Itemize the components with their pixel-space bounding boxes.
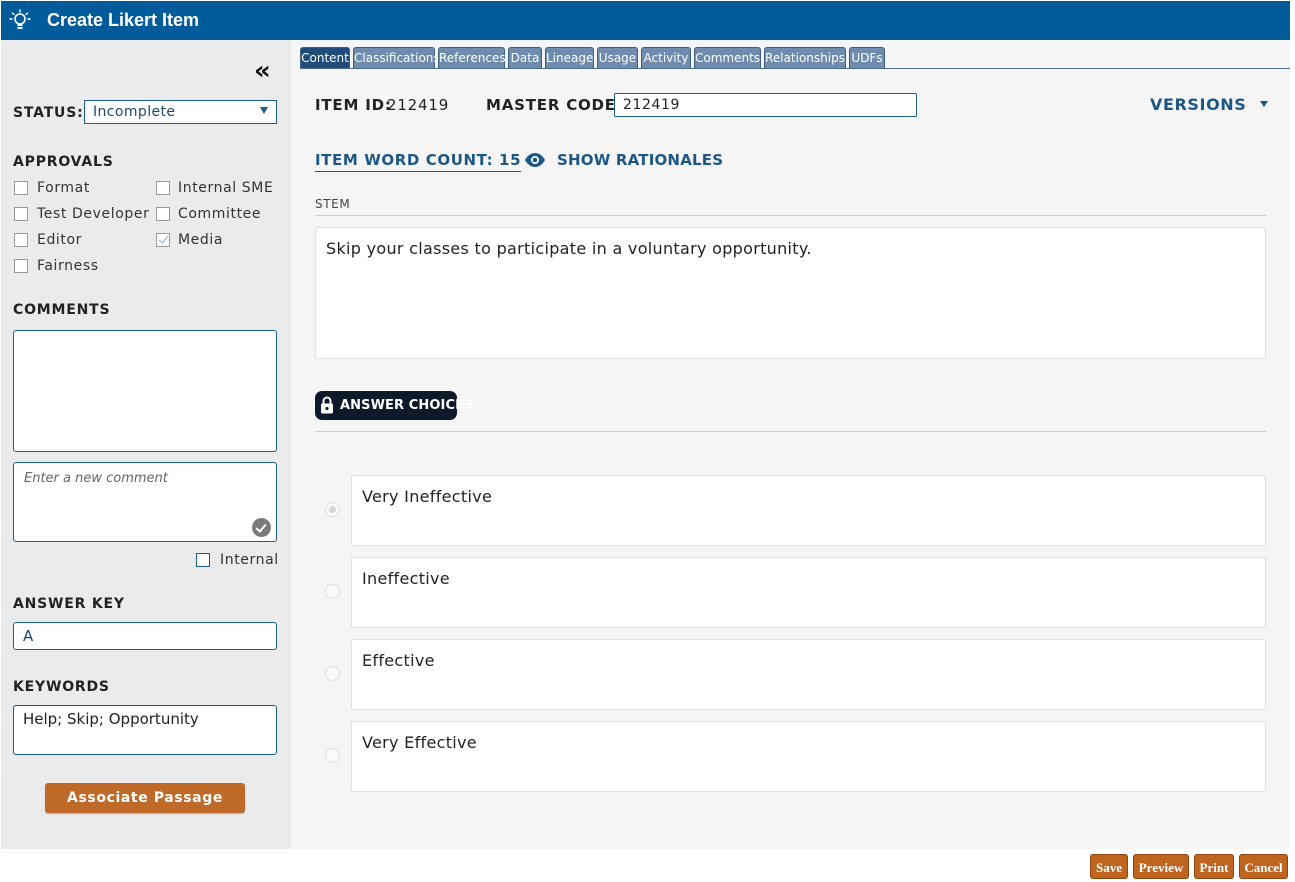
associate-passage-button[interactable]: Associate Passage [45, 783, 245, 813]
test-developer-checkbox[interactable] [14, 207, 28, 221]
submit-comment-icon[interactable] [252, 518, 271, 537]
format-label: Format [37, 180, 90, 196]
tab-usage[interactable]: Usage [597, 47, 638, 68]
choice-text-2: Ineffective [362, 569, 450, 588]
status-label: STATUS: [13, 105, 84, 121]
internal-sme-label: Internal SME [178, 180, 274, 196]
status-select[interactable]: Incomplete [84, 100, 277, 124]
internal-sme-checkbox[interactable] [156, 181, 170, 195]
versions-dropdown[interactable]: VERSIONS [1150, 95, 1269, 114]
approval-internal-sme[interactable]: Internal SME [155, 180, 289, 198]
chevron-down-icon [260, 107, 268, 114]
media-label: Media [178, 232, 224, 248]
tab-comments[interactable]: Comments [694, 47, 761, 68]
title-bar: Create Likert Item [1, 1, 1290, 40]
cancel-button[interactable]: Cancel [1239, 854, 1288, 879]
stem-divider [315, 215, 1266, 216]
test-developer-label: Test Developer [37, 206, 150, 222]
master-code-value: 212419 [623, 97, 681, 113]
choice-editor-1[interactable]: Very Ineffective [351, 475, 1266, 546]
main-content: Content Classifications References Data … [291, 40, 1290, 849]
choice-editor-3[interactable]: Effective [351, 639, 1266, 710]
item-id-label: ITEM ID: [315, 96, 392, 114]
new-comment-input[interactable]: Enter a new comment [13, 462, 277, 542]
answer-key-value: A [23, 627, 34, 645]
versions-label: VERSIONS [1150, 95, 1247, 114]
fairness-label: Fairness [37, 258, 99, 274]
tab-udfs[interactable]: UDFs [849, 47, 885, 68]
lightbulb-icon [9, 9, 31, 29]
choice-editor-4[interactable]: Very Effective [351, 721, 1266, 792]
internal-checkbox[interactable] [196, 553, 210, 567]
keywords-value: Help; Skip; Opportunity [23, 710, 199, 728]
lock-icon [321, 396, 333, 414]
master-code-label: MASTER CODE: [486, 96, 623, 114]
answer-choices-label: ANSWER CHOICES [340, 398, 474, 413]
eye-icon [525, 153, 545, 167]
fairness-checkbox[interactable] [14, 259, 28, 273]
committee-label: Committee [178, 206, 262, 222]
keywords-label: KEYWORDS [13, 679, 110, 695]
internal-label: Internal [220, 552, 279, 568]
choice-text-3: Effective [362, 651, 435, 670]
choice-radio-2[interactable] [325, 584, 340, 599]
approval-committee[interactable]: Committee [155, 206, 289, 224]
approval-fairness[interactable]: Fairness [13, 258, 149, 276]
comments-label: COMMENTS [13, 302, 111, 318]
sidebar: « STATUS: Incomplete APPROVALS Format In… [1, 40, 291, 849]
item-word-count[interactable]: ITEM WORD COUNT: 15 [315, 151, 522, 172]
approval-test-developer[interactable]: Test Developer [13, 206, 149, 224]
media-checkbox[interactable] [156, 233, 170, 247]
print-button[interactable]: Print [1194, 854, 1234, 879]
preview-button[interactable]: Preview [1133, 854, 1189, 879]
answer-choices-divider [315, 431, 1266, 432]
collapse-sidebar-icon[interactable]: « [254, 58, 271, 84]
window-title: Create Likert Item [47, 10, 200, 30]
committee-checkbox[interactable] [156, 207, 170, 221]
tab-content[interactable]: Content [300, 47, 350, 68]
answer-key-field[interactable]: A [13, 622, 277, 650]
answer-choices-lock-toggle[interactable]: ANSWER CHOICES [315, 391, 473, 420]
chevron-down-icon [1260, 101, 1269, 107]
approvals-label: APPROVALS [13, 154, 114, 170]
approval-format[interactable]: Format [13, 180, 149, 198]
tab-lineage[interactable]: Lineage [545, 47, 594, 68]
format-checkbox[interactable] [14, 181, 28, 195]
comments-history[interactable] [13, 330, 277, 452]
keywords-field[interactable]: Help; Skip; Opportunity [13, 705, 277, 755]
show-rationales-label: SHOW RATIONALES [557, 151, 724, 169]
tab-underline [300, 68, 1290, 69]
stem-text: Skip your classes to participate in a vo… [326, 239, 812, 258]
tab-activity[interactable]: Activity [641, 47, 691, 68]
choice-radio-1[interactable] [325, 502, 340, 517]
choice-radio-4[interactable] [325, 748, 340, 763]
tab-relationships[interactable]: Relationships [764, 47, 846, 68]
item-id-value: 212419 [387, 96, 450, 114]
tab-data[interactable]: Data [508, 47, 542, 68]
status-value: Incomplete [93, 104, 176, 120]
save-button[interactable]: Save [1090, 854, 1128, 879]
master-code-input[interactable]: 212419 [614, 93, 917, 117]
stem-label: STEM [315, 197, 351, 211]
approval-editor[interactable]: Editor [13, 232, 149, 250]
editor-checkbox[interactable] [14, 233, 28, 247]
internal-toggle[interactable]: Internal [196, 552, 286, 570]
tab-classifications[interactable]: Classifications [353, 47, 440, 68]
choice-radio-3[interactable] [325, 666, 340, 681]
stem-editor[interactable]: Skip your classes to participate in a vo… [315, 227, 1266, 359]
tab-references[interactable]: References [438, 47, 506, 68]
choice-text-4: Very Effective [362, 733, 477, 752]
editor-label: Editor [37, 232, 83, 248]
choice-editor-2[interactable]: Ineffective [351, 557, 1266, 628]
choice-text-1: Very Ineffective [362, 487, 493, 506]
answer-key-label: ANSWER KEY [13, 596, 125, 612]
new-comment-placeholder: Enter a new comment [24, 471, 168, 486]
approval-media[interactable]: Media [155, 232, 289, 250]
